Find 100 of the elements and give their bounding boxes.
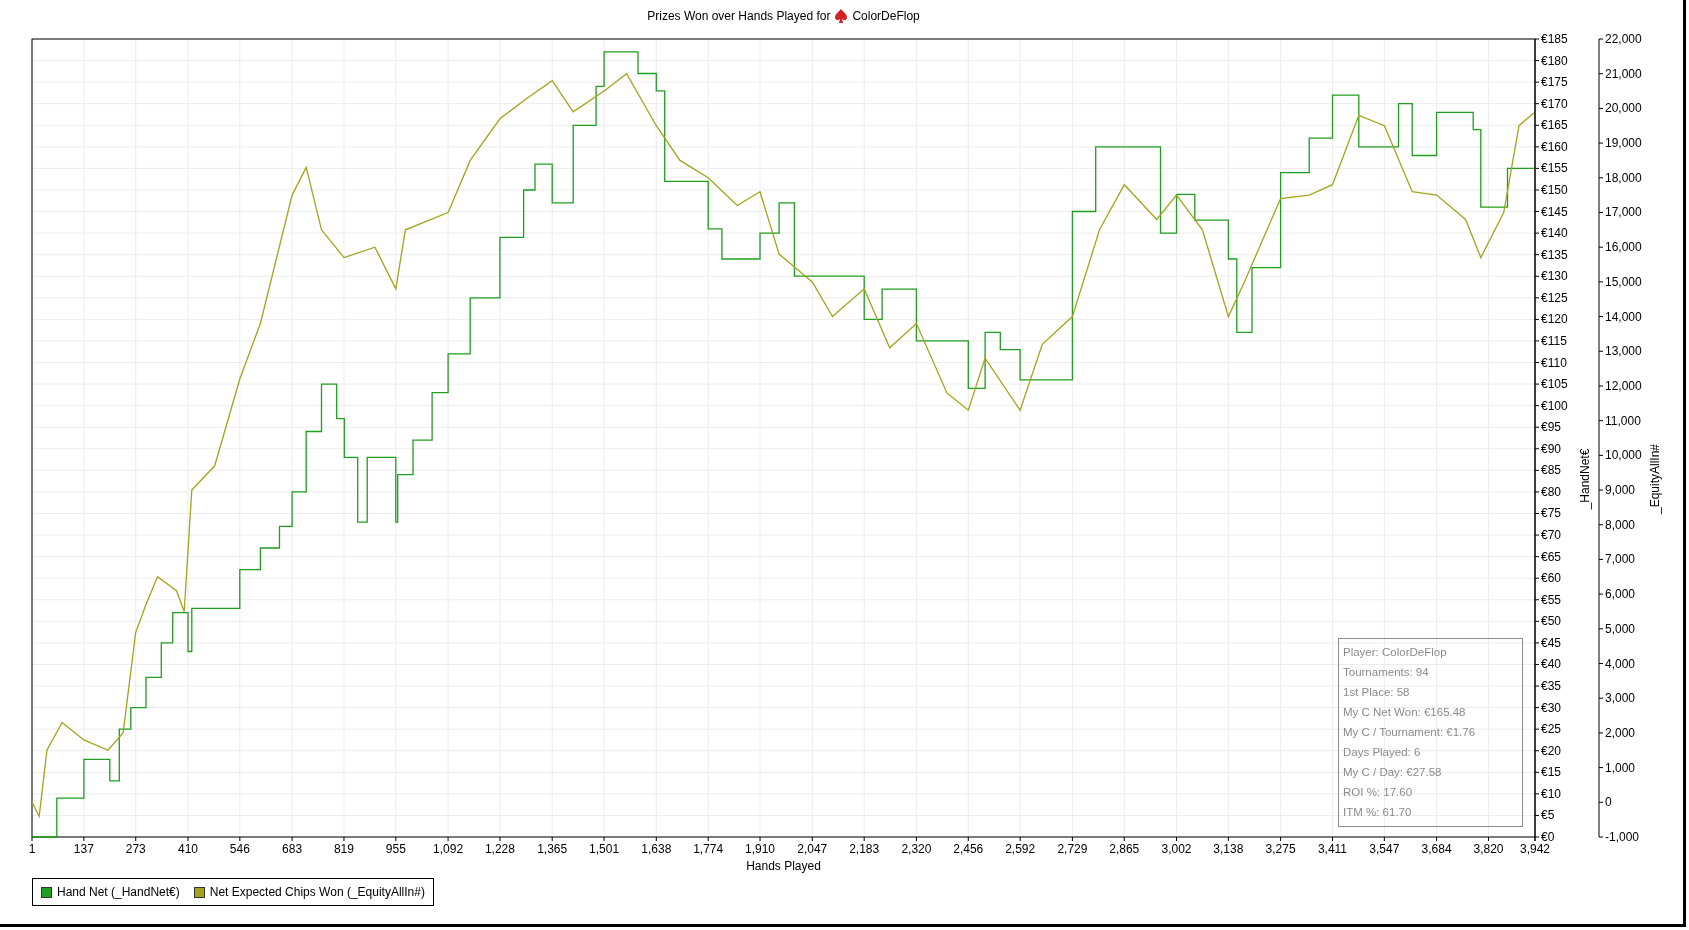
y-tick-label: €130 [1541, 269, 1568, 284]
stats-text: My C Net Won: €165.48 [1343, 705, 1467, 720]
y-tick-label: €125 [1541, 290, 1568, 305]
y-tick-label: 18,000 [1605, 170, 1642, 185]
y-tick-label: 21,000 [1605, 66, 1642, 81]
y-tick-label: 11,000 [1605, 413, 1641, 428]
stats-text: Tournaments: 94 [1343, 665, 1430, 680]
x-tick-label: 3,942 [1520, 842, 1550, 856]
y-tick-label: 22,000 [1605, 32, 1642, 46]
x-tick-label: 955 [385, 842, 406, 856]
y-tick-label: €175 [1541, 75, 1568, 90]
y-tick-label: 8,000 [1605, 517, 1636, 532]
x-tick-label: 819 [333, 842, 354, 856]
y-tick-label: 13,000 [1605, 344, 1642, 359]
x-tick-label: 3,275 [1265, 842, 1296, 856]
legend-label: Hand Net (_HandNet€) [57, 885, 180, 899]
x-tick-label: 683 [282, 842, 303, 856]
y-tick-label: €65 [1541, 549, 1562, 564]
x-tick-label: 1,774 [693, 842, 724, 856]
y-tick-label: -1,000 [1605, 830, 1640, 844]
x-tick-label: 137 [73, 842, 94, 856]
x-tick-label: 3,684 [1421, 842, 1452, 856]
x-tick-label: 1,228 [484, 842, 515, 856]
x-tick-label: 3,820 [1473, 842, 1504, 856]
stats-text: My C / Tournament: €1.76 [1343, 725, 1477, 740]
x-tick-label: 2,592 [1005, 842, 1036, 856]
x-tick-label: 2,320 [901, 842, 932, 856]
y-tick-label: €145 [1541, 204, 1568, 219]
y-tick-label: 20,000 [1605, 101, 1642, 116]
x-tick-label: 2,183 [849, 842, 880, 856]
y-tick-label: €45 [1541, 635, 1562, 650]
y-tick-label: 6,000 [1605, 587, 1636, 602]
y-tick-label: €160 [1541, 139, 1568, 154]
y-tick-label: €55 [1541, 592, 1562, 607]
y-axis-title: _HandNet€ [1578, 448, 1592, 510]
y-tick-label: 5,000 [1605, 621, 1636, 636]
y-tick-label: €90 [1541, 441, 1562, 456]
y-tick-label: 10,000 [1605, 448, 1642, 463]
x-tick-label: 1,638 [641, 842, 672, 856]
y-tick-label: €5 [1541, 808, 1555, 823]
x-tick-label: 3,138 [1213, 842, 1244, 856]
y-tick-label: €120 [1541, 312, 1568, 327]
y-tick-label: €20 [1541, 743, 1562, 758]
x-tick-label: 2,047 [797, 842, 828, 856]
y-tick-label: €180 [1541, 53, 1568, 68]
x-tick-label: 3,411 [1317, 842, 1348, 856]
y-tick-label: €85 [1541, 463, 1562, 478]
x-tick-label: 410 [177, 842, 198, 856]
x-tick-label: 2,865 [1109, 842, 1140, 856]
y-tick-label: €15 [1541, 765, 1562, 780]
y-tick-label: 16,000 [1605, 240, 1642, 255]
x-tick-label: 2,456 [953, 842, 984, 856]
y-tick-label: €60 [1541, 571, 1562, 586]
stats-text: ITM %: 61.70 [1343, 805, 1413, 820]
y-tick-label: €155 [1541, 161, 1568, 176]
y-tick-label: 17,000 [1605, 205, 1642, 220]
x-tick-label: 273 [125, 842, 146, 856]
y-tick-label: €135 [1541, 247, 1568, 262]
x-tick-label: 3,002 [1161, 842, 1192, 856]
y-tick-label: 2,000 [1605, 725, 1636, 740]
y-tick-label: 15,000 [1605, 274, 1642, 289]
y-tick-label: 3,000 [1605, 691, 1636, 706]
y-tick-label: 4,000 [1605, 656, 1636, 671]
x-tick-label: 1,501 [589, 842, 620, 856]
y-tick-label: €70 [1541, 528, 1562, 543]
x-tick-label: 2,729 [1057, 842, 1088, 856]
y-tick-label: €75 [1541, 506, 1562, 521]
stats-text: Days Played: 6 [1343, 745, 1422, 760]
stats-text: 1st Place: 58 [1343, 685, 1411, 700]
y-tick-label: €10 [1541, 786, 1562, 801]
y-tick-label: €115 [1541, 333, 1567, 348]
y-tick-label: €35 [1541, 679, 1562, 694]
y-tick-label: 19,000 [1605, 136, 1642, 151]
y-tick-label: 7,000 [1605, 552, 1636, 567]
x-tick-label: 1,910 [745, 842, 776, 856]
y-tick-label: €165 [1541, 118, 1568, 133]
y-tick-label: €100 [1541, 398, 1568, 413]
x-tick-label: 1,092 [433, 842, 464, 856]
x-tick-label: 1 [28, 842, 36, 856]
y-tick-label: €0 [1541, 830, 1555, 844]
y-tick-label: €140 [1541, 226, 1568, 241]
stats-text: Player: ColorDeFlop [1343, 645, 1448, 660]
y-tick-label: €95 [1541, 420, 1562, 435]
y-tick-label: 12,000 [1605, 378, 1642, 393]
x-tick-label: 1,365 [537, 842, 568, 856]
x-tick-label: 3,547 [1369, 842, 1400, 856]
y-tick-label: €40 [1541, 657, 1562, 672]
x-axis-title: Hands Played [746, 859, 821, 873]
chart-title: Prizes Won over Hands Played for [647, 8, 831, 23]
legend-label: Net Expected Chips Won (_EquityAllIn#) [209, 885, 425, 899]
y-axis-title: _EquityAllIn# [1648, 444, 1662, 514]
y-tick-label: €110 [1541, 355, 1567, 370]
y-tick-label: €25 [1541, 722, 1562, 737]
y-tick-label: €50 [1541, 614, 1562, 629]
y-tick-label: 9,000 [1605, 483, 1636, 498]
y-tick-label: €105 [1541, 377, 1568, 392]
x-tick-label: 546 [229, 842, 250, 856]
stats-text: My C / Day: €27.58 [1343, 765, 1443, 780]
y-tick-label: 14,000 [1605, 309, 1642, 324]
spade-icon [834, 7, 849, 24]
